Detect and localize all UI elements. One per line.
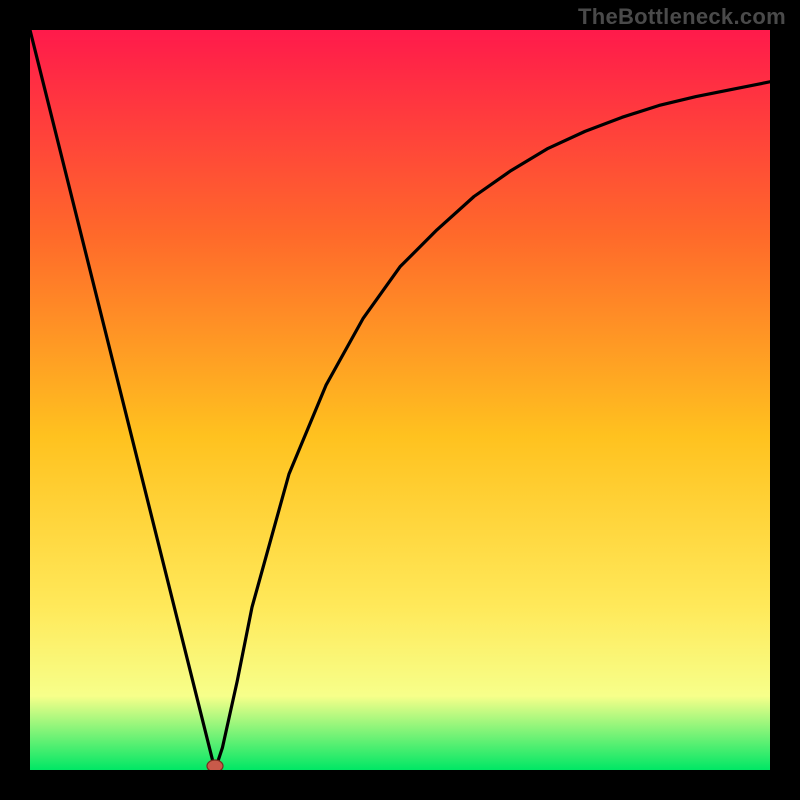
gradient-background (30, 30, 770, 770)
chart-svg (30, 30, 770, 770)
chart-frame: TheBottleneck.com (0, 0, 800, 800)
watermark-label: TheBottleneck.com (578, 4, 786, 30)
minimum-marker (207, 760, 223, 770)
plot-area (30, 30, 770, 770)
